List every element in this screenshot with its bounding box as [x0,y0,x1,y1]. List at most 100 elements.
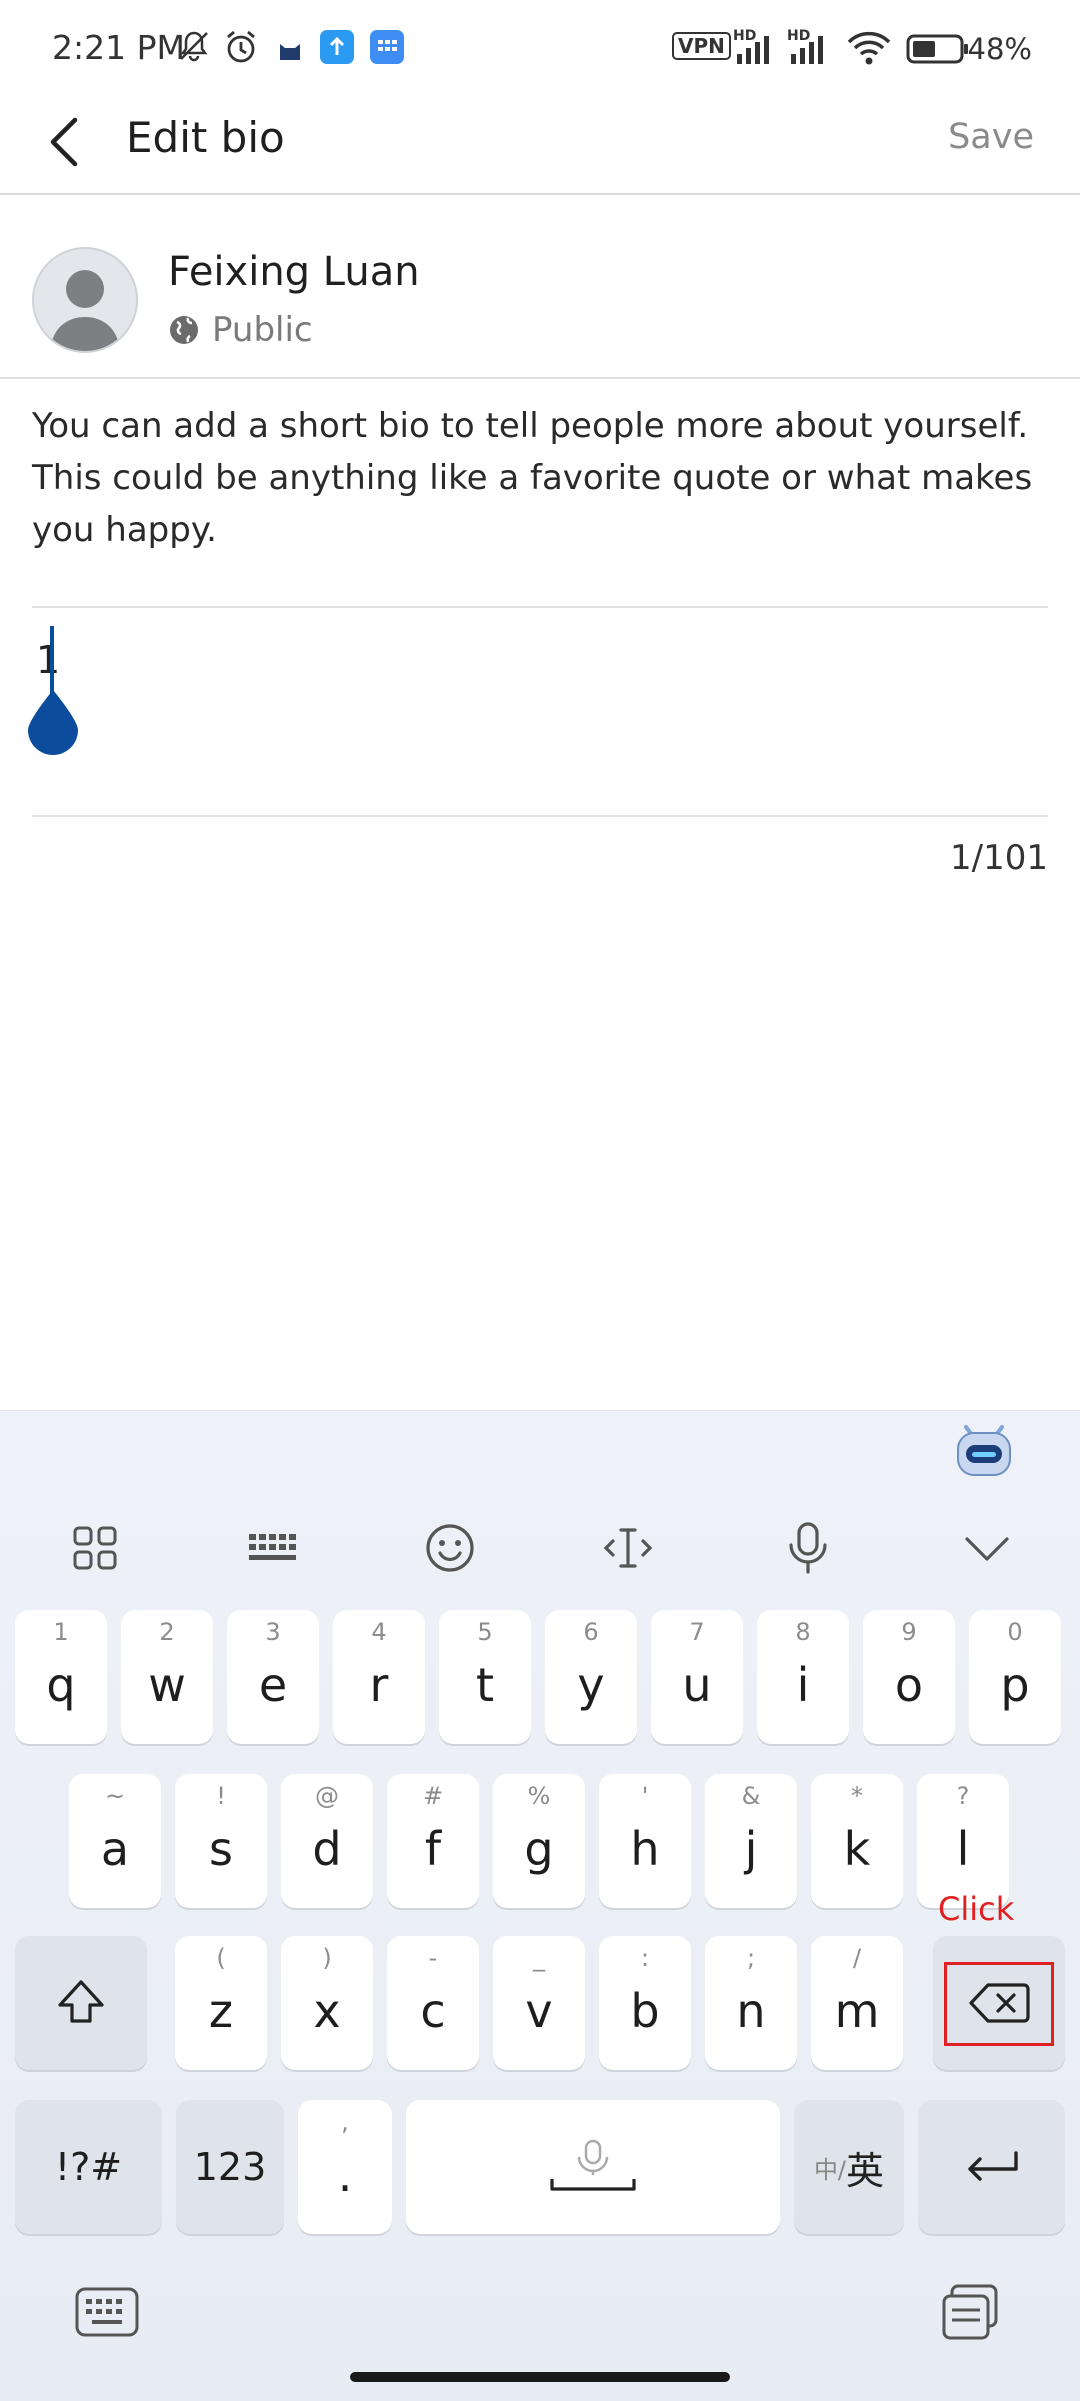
back-arrow-icon [50,117,78,167]
bio-input-value: 1 [36,638,61,682]
key-f[interactable]: # f [387,1774,479,1908]
home-indicator[interactable] [350,2372,730,2382]
key-d[interactable]: @ d [281,1774,373,1908]
key-hint: : [640,1944,650,1972]
key-hint: 0 [1007,1618,1023,1646]
period-key[interactable]: ,. [298,2100,392,2234]
key-j[interactable]: & j [705,1774,797,1908]
numbers-key[interactable]: 123 [176,2100,284,2234]
key-hint: 9 [901,1618,917,1646]
key-label: m [834,1984,880,2038]
key-label: u [682,1658,712,1712]
key-hint: ; [746,1944,756,1972]
key-hint: , [341,2108,349,2136]
space-key[interactable] [406,2100,780,2234]
key-hint: 6 [583,1618,599,1646]
apps-grid-icon[interactable] [40,1503,150,1593]
key-w[interactable]: 2w [121,1610,213,1744]
key-label: w [148,1658,186,1712]
shift-key[interactable] [15,1936,147,2070]
key-hint: % [527,1782,551,1810]
key-h[interactable]: ' h [599,1774,691,1908]
chevron-down-icon[interactable] [932,1503,1042,1593]
emoji-icon[interactable] [395,1503,505,1593]
default-avatar-icon [50,270,120,351]
key-hint: # [422,1782,444,1810]
key-label: k [843,1822,871,1876]
key-label: e [258,1658,288,1712]
key-z[interactable]: (z [175,1936,267,2070]
key-c[interactable]: -c [387,1936,479,2070]
cursor-handle-icon[interactable] [26,688,80,756]
key-a[interactable]: ~ a [69,1774,161,1908]
key-v[interactable]: _ v [493,1936,585,2070]
text-cursor-icon[interactable] [573,1503,683,1593]
key-label: t [475,1658,495,1712]
key-b[interactable]: :b [599,1936,691,2070]
key-k[interactable]: * k [811,1774,903,1908]
key-m[interactable]: / m [811,1936,903,2070]
key-o[interactable]: 9o [863,1610,955,1744]
key-p[interactable]: 0p [969,1610,1061,1744]
keyboard-switch-icon[interactable] [74,2286,140,2338]
grid-app-icon [370,30,404,64]
key-hint: * [851,1782,863,1810]
network-type-label: HD [733,28,757,44]
key-q[interactable]: 1q [15,1610,107,1744]
key-s[interactable]: ! s [175,1774,267,1908]
key-hint: ( [216,1944,226,1972]
key-label: h [630,1822,660,1876]
click-annotation-label: Click [938,1890,1015,1928]
key-hint: ' [641,1782,649,1810]
key-label: c [420,1984,446,2038]
key-y[interactable]: 6y [545,1610,637,1744]
character-counter: 1/101 [950,838,1048,878]
key-r[interactable]: 4r [333,1610,425,1744]
back-button[interactable] [30,107,100,177]
key-g[interactable]: % g [493,1774,585,1908]
key-e[interactable]: 3e [227,1610,319,1744]
key-hint: 2 [159,1618,175,1646]
keyboard-assistant-icon[interactable] [952,1417,1016,1481]
language-switch-key[interactable]: 中/英 [794,2100,904,2234]
microphone-icon[interactable] [753,1503,863,1593]
space-mic-icon [550,2139,636,2191]
clipboard-icon[interactable] [938,2282,1002,2342]
key-x[interactable]: ) x [281,1936,373,2070]
key-label: 123 [193,2145,267,2189]
key-t[interactable]: 5t [439,1610,531,1744]
status-time: 2:21 PM [52,28,185,67]
profile-row: Feixing Luan Public [0,193,1080,379]
save-button[interactable]: Save [948,117,1034,157]
status-bar: 2:21 PM VPN HD HD 48% [0,0,1080,95]
key-label: d [312,1822,342,1876]
key-label: g [524,1822,554,1876]
key-i[interactable]: 8i [757,1610,849,1744]
key-l[interactable]: ? l [917,1774,1009,1908]
key-label: r [369,1658,389,1712]
key-n[interactable]: ; n [705,1936,797,2070]
key-hint: 7 [689,1618,705,1646]
key-label: s [209,1822,233,1876]
cat-icon [280,44,300,60]
signal-icon: HD [787,28,833,70]
key-label: n [736,1984,766,2038]
key-label: j [744,1822,758,1876]
keyboard-layout-icon[interactable] [218,1503,328,1593]
enter-key[interactable] [918,2100,1065,2234]
key-hint: @ [315,1782,339,1810]
key-label: z [208,1984,234,2038]
upload-icon [320,30,354,64]
bio-input[interactable]: 1 [28,608,1048,814]
shift-icon [58,1980,104,2023]
vpn-icon: VPN [672,32,731,60]
privacy-selector[interactable]: Public [168,310,313,350]
key-hint: 8 [795,1618,811,1646]
symbols-key[interactable]: !?# [15,2100,162,2234]
key-label: p [1000,1658,1030,1712]
key-u[interactable]: 7u [651,1610,743,1744]
key-hint: ! [216,1782,226,1810]
key-label: 英 [846,2148,885,2193]
key-label: a [100,1822,130,1876]
bio-description: You can add a short bio to tell people m… [32,406,1033,550]
